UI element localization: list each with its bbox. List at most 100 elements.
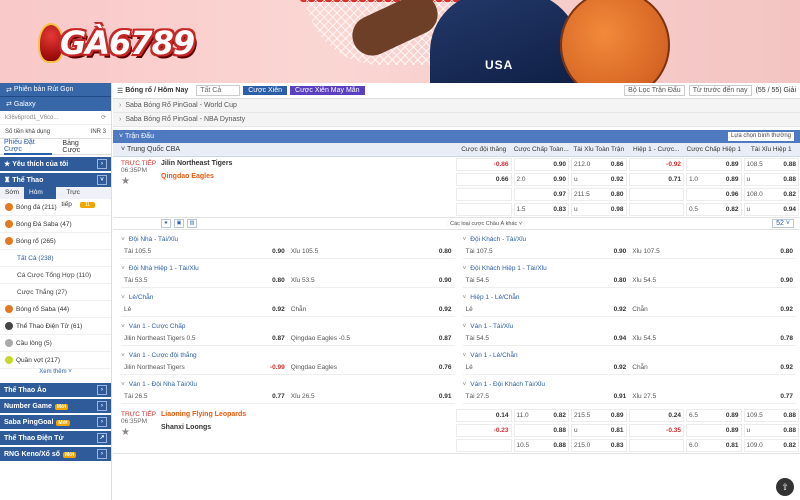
stats-icon[interactable]: ▥ — [187, 219, 197, 228]
market-option[interactable]: Tài 107.5 0.90 — [463, 248, 630, 255]
tab-live[interactable]: Trực tiếp 11 — [56, 187, 111, 208]
market-option[interactable]: Xỉu 105.5 0.80 — [288, 248, 455, 255]
market-title[interactable]: ˅ Ván 1 - Đội Khách Tài/Xỉu — [463, 379, 797, 390]
odds-cell[interactable]: 0.14 — [456, 409, 512, 422]
odds-cell[interactable]: u 0.98 — [571, 203, 627, 216]
odds-cell[interactable]: 0.71 — [628, 173, 684, 186]
odds-cell[interactable]: u 0.81 — [571, 424, 627, 437]
sidebar-item-saba-football[interactable]: Bóng Đá Saba (47) — [0, 216, 111, 233]
market-option[interactable]: Xỉu 107.5 0.80 — [629, 248, 796, 255]
league-header[interactable]: ˅ Trung Quốc CBA — [113, 146, 455, 153]
odds-cell[interactable]: u 0.88 — [743, 173, 799, 186]
market-option[interactable]: Tài 105.5 0.90 — [121, 248, 288, 255]
odds-cell[interactable]: 0.96 — [686, 188, 742, 201]
sidebar-item-esports[interactable]: Thể Thao Điện Tử (61) — [0, 318, 111, 335]
odds-cell[interactable]: -0.23 — [456, 424, 512, 437]
odds-cell[interactable]: 0.89 — [686, 424, 742, 437]
sidebar-item-basketball[interactable]: Bóng rổ (265) — [0, 233, 111, 250]
market-option[interactable]: Xỉu 53.5 0.90 — [288, 277, 455, 284]
market-option[interactable]: Tài 54.5 0.80 — [463, 277, 630, 284]
market-title[interactable]: ˅ Đội Nhà - Tài/Xỉu — [121, 234, 455, 245]
sort-dropdown[interactable]: Từ trước đến nay — [688, 85, 752, 96]
odds-cell[interactable]: 109.5 0.88 — [743, 409, 799, 422]
odds-cell[interactable]: 212.0 0.86 — [571, 158, 627, 171]
market-title[interactable]: ˅ Lẻ/Chẵn — [121, 292, 455, 303]
market-option[interactable]: Chẵn 0.92 — [629, 306, 796, 313]
odds-cell[interactable]: u 0.94 — [743, 203, 799, 216]
market-option[interactable]: Tài 26.5 0.77 — [121, 393, 288, 400]
odds-cell[interactable]: 0.89 — [686, 158, 742, 171]
odds-cell[interactable]: 0.97 — [513, 188, 569, 201]
nba-dynasty-row[interactable]: › Saba Bóng Rổ PinGoal - NBA Dynasty — [113, 113, 800, 127]
market-title[interactable]: ˅ Ván 1 - Lẻ/Chẵn — [463, 350, 797, 361]
sports-header[interactable]: ♜ Thể Thao ˅ — [0, 173, 111, 187]
market-option[interactable]: Xỉu 54.5 0.90 — [629, 277, 796, 284]
odds-cell[interactable]: 108.5 0.88 — [743, 158, 799, 171]
market-title[interactable]: ˅ Đội Khách Hiệp 1 - Tài/Xỉu — [463, 263, 797, 274]
odds-cell[interactable]: 11.0 0.82 — [513, 409, 569, 422]
site-logo[interactable]: GÀ6789 — [38, 18, 195, 68]
favorite-star-icon[interactable]: ★ — [121, 427, 157, 438]
odds-cell[interactable]: 2.0 0.90 — [513, 173, 569, 186]
odds-cell[interactable]: -0.86 — [456, 158, 512, 171]
odds-cell[interactable]: 1.0 0.89 — [686, 173, 742, 186]
odds-cell[interactable]: 6.0 0.81 — [686, 439, 742, 452]
odds-cell[interactable]: 0.66 — [456, 173, 512, 186]
compact-version-toggle[interactable]: ⇄ Phiên bản Rút Gọn — [0, 83, 111, 97]
tab-today[interactable]: Hôm Nay — [24, 187, 57, 208]
more-markets-count[interactable]: 52 ˅ — [772, 219, 794, 228]
hamburger-icon[interactable]: ☰ — [117, 87, 125, 95]
scroll-top-icon[interactable]: ⇧ — [776, 478, 794, 496]
sidebar-sub-all[interactable]: Tất Cả (238) — [0, 250, 111, 267]
odds-cell[interactable]: 211.5 0.80 — [571, 188, 627, 201]
odds-cell[interactable]: -0.92 — [628, 158, 684, 171]
odds-cell[interactable]: -0.35 — [628, 424, 684, 437]
match-filter-dropdown[interactable]: Bộ Lọc Trận Đấu — [624, 85, 685, 96]
odds-cell[interactable]: 6.5 0.89 — [686, 409, 742, 422]
sidebar-sub-combo[interactable]: Cá Cược Tổng Hợp (110) — [0, 267, 111, 284]
market-option[interactable]: Tài 54.5 0.94 — [463, 335, 630, 342]
market-title[interactable]: ˅ Ván 1 - Cược đội thắng — [121, 350, 455, 361]
favorites-header[interactable]: ★ Yêu thích của tôi › — [0, 157, 111, 171]
parlay-button[interactable]: Cược Xiên — [243, 86, 288, 95]
market-option[interactable]: Chẵn 0.92 — [629, 364, 796, 371]
odds-cell[interactable]: 108.0 0.82 — [743, 188, 799, 201]
odds-cell[interactable]: u 0.92 — [571, 173, 627, 186]
market-option[interactable]: Chẵn 0.92 — [288, 306, 455, 313]
sidebar-sub-outright[interactable]: Cược Thắng (27) — [0, 284, 111, 301]
more-asian-bets[interactable]: Các loại cược Châu Á khác ˅ — [446, 220, 527, 227]
sidebar-section-pinggoal[interactable]: Saba PingGoal Mới › — [0, 415, 111, 429]
market-option[interactable]: Xỉu 26.5 0.91 — [288, 393, 455, 400]
sidebar-item-saba-basketball[interactable]: Bóng rổ Saba (44) — [0, 301, 111, 318]
odds-cell[interactable]: 1.5 0.83 — [513, 203, 569, 216]
refresh-icon[interactable]: ⟳ — [101, 114, 106, 121]
star-icon[interactable]: ★ — [161, 219, 171, 228]
tab-early[interactable]: Sớm — [0, 187, 24, 199]
odds-cell[interactable]: 215.5 0.89 — [571, 409, 627, 422]
odds-cell[interactable]: 0.5 0.82 — [686, 203, 742, 216]
market-title[interactable]: ˅ Đội Nhà Hiệp 1 - Tài/Xỉu — [121, 263, 455, 274]
market-title[interactable]: ˅ Đội Khách - Tài/Xỉu — [463, 234, 797, 245]
favorite-star-icon[interactable]: ★ — [121, 176, 157, 187]
market-option[interactable]: Xỉu 54.5 0.78 — [629, 335, 796, 342]
odds-cell[interactable]: 10.5 0.88 — [513, 439, 569, 452]
sidebar-item-tennis[interactable]: Quần vợt (217) — [0, 352, 111, 369]
market-select[interactable]: Tất Cả — [196, 85, 241, 96]
sidebar-section-number-game[interactable]: Number Game Mới › — [0, 399, 111, 413]
lucky-parlay-button[interactable]: Cược Xiên May Mắn — [290, 86, 365, 95]
tab-bet-slip[interactable]: Phiếu Đặt Cược — [4, 139, 53, 155]
sort-select[interactable]: Lựa chọn bình thường — [727, 132, 794, 141]
market-option[interactable]: Lẻ 0.92 — [463, 364, 630, 371]
odds-cell[interactable]: u 0.88 — [743, 424, 799, 437]
tv-icon[interactable]: ▣ — [174, 219, 184, 228]
market-option[interactable]: Jilin Northeast Tigers -0.99 — [121, 364, 288, 371]
market-title[interactable]: ˅ Ván 1 - Tài/Xỉu — [463, 321, 797, 332]
market-option[interactable]: Jilin Northeast Tigers 0.5 0.87 — [121, 335, 288, 342]
world-cup-row[interactable]: › Saba Bóng Rổ PinGoal - World Cup — [113, 99, 800, 113]
market-option[interactable]: Qingdao Eagles 0.76 — [288, 364, 455, 371]
odds-cell[interactable]: 0.24 — [628, 409, 684, 422]
odds-cell[interactable]: 0.90 — [513, 158, 569, 171]
odds-cell[interactable]: 215.0 0.83 — [571, 439, 627, 452]
market-option[interactable]: Lẻ 0.92 — [463, 306, 630, 313]
market-title[interactable]: ˅ Ván 1 - Đội Nhà Tài/Xỉu — [121, 379, 455, 390]
